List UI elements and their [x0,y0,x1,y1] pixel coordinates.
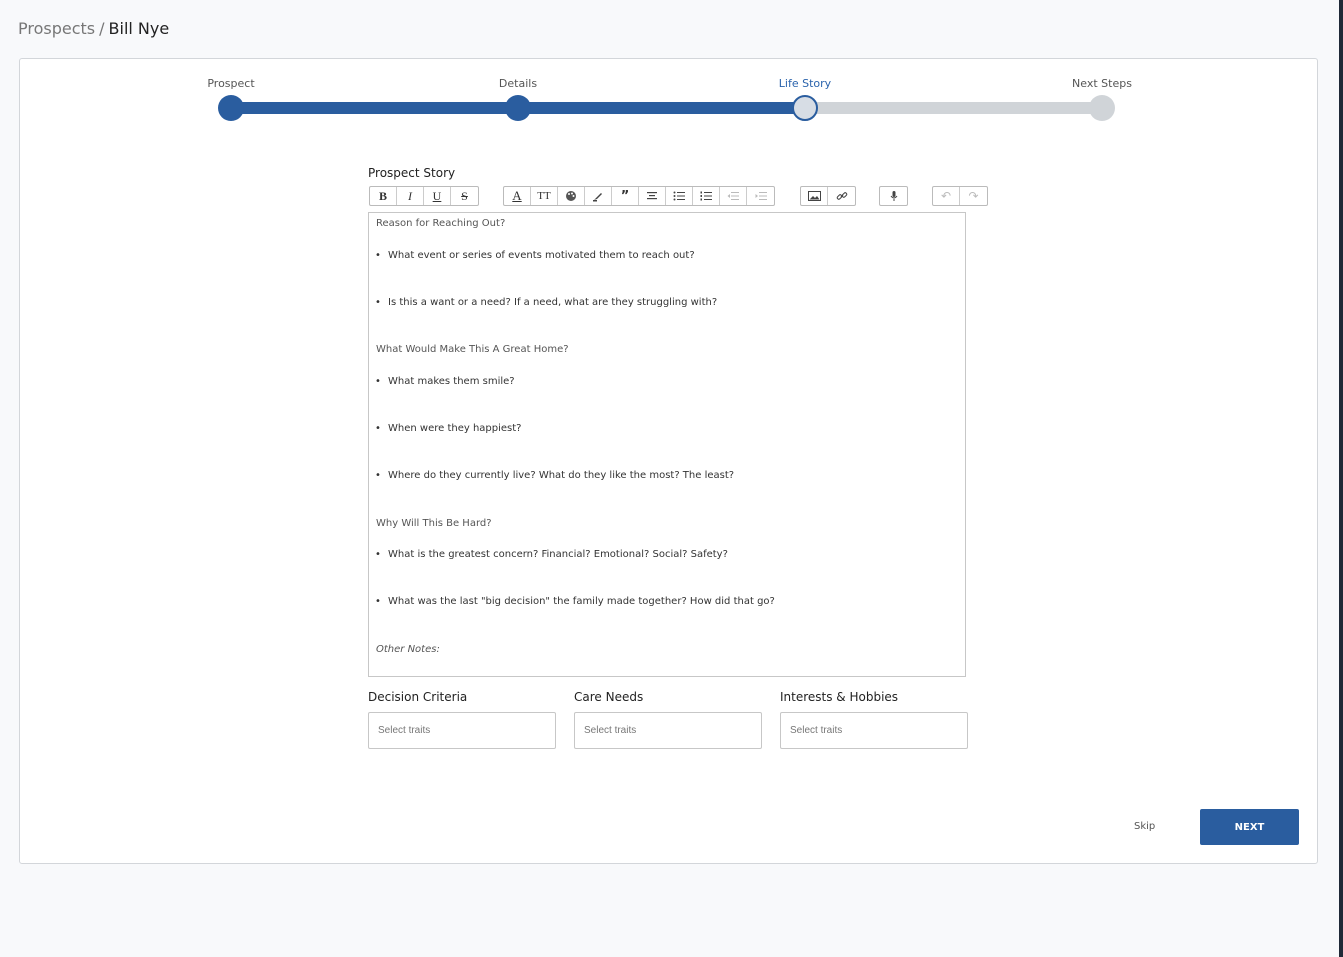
bulleted-list-icon[interactable] [666,187,693,205]
bold-icon[interactable]: B [370,187,397,205]
decision-criteria-label: Decision Criteria [368,690,468,704]
microphone-icon[interactable] [880,187,907,205]
scrollbar[interactable] [1339,0,1343,957]
font-icon[interactable]: A [504,187,531,205]
next-button[interactable]: NEXT [1200,809,1299,845]
image-icon[interactable] [801,187,828,205]
underline-icon[interactable]: U [424,187,451,205]
step-dot-prospect[interactable] [218,95,244,121]
step-dot-life-story[interactable] [792,95,818,121]
editor-heading: Why Will This Be Hard? [376,518,492,529]
align-center-icon[interactable] [639,187,666,205]
font-size-icon[interactable]: TT [531,187,558,205]
editor-list-item: What event or series of events motivated… [375,250,695,261]
skip-button[interactable]: Skip [1134,821,1155,832]
editor-heading: Reason for Reaching Out? [376,218,506,229]
step-label-life-story[interactable]: Life Story [779,77,831,90]
toolbar-voice-group [879,186,908,206]
step-label-prospect[interactable]: Prospect [207,77,254,90]
prospect-story-label: Prospect Story [368,166,456,180]
step-dot-next-steps[interactable] [1089,95,1115,121]
interests-hobbies-label: Interests & Hobbies [780,690,899,704]
editor-list-item: Where do they currently live? What do th… [375,470,734,481]
editor-list-item: What makes them smile? [375,376,515,387]
numbered-list-icon[interactable] [693,187,720,205]
toolbar-format-group: A TT ” [503,186,775,206]
step-dot-details[interactable] [505,95,531,121]
editor-list-item: When were they happiest? [375,423,521,434]
undo-icon[interactable]: ↶ [933,187,960,205]
care-needs-label: Care Needs [574,690,644,704]
italic-icon[interactable]: I [397,187,424,205]
blockquote-icon[interactable]: ” [612,187,639,205]
editor-list-item: What was the last "big decision" the fam… [375,596,775,607]
breadcrumb: Prospects / Bill Nye [18,19,169,38]
breadcrumb-prospects-link[interactable]: Prospects [18,19,95,38]
color-palette-icon[interactable] [558,187,585,205]
toolbar-insert-group [800,186,856,206]
editor-heading: What Would Make This A Great Home? [376,344,569,355]
strikethrough-icon[interactable]: S [451,187,478,205]
toolbar-history-group: ↶ ↷ [932,186,988,206]
prospect-story-editor[interactable]: Reason for Reaching Out? What event or s… [368,212,966,677]
link-icon[interactable] [828,187,855,205]
breadcrumb-current: Bill Nye [108,19,170,38]
interests-hobbies-select[interactable]: Select traits [780,712,968,749]
wizard-card: Prospect Details Life Story Next Steps P… [19,58,1318,864]
step-label-next-steps[interactable]: Next Steps [1072,77,1132,90]
toolbar-text-style-group: B I U S [369,186,479,206]
care-needs-select[interactable]: Select traits [574,712,762,749]
indent-icon[interactable] [747,187,774,205]
breadcrumb-separator: / [99,19,105,38]
editor-list-item: Is this a want or a need? If a need, wha… [375,297,717,308]
outdent-icon[interactable] [720,187,747,205]
redo-icon[interactable]: ↷ [960,187,987,205]
stepper-progress-remaining [805,102,1105,114]
decision-criteria-select[interactable]: Select traits [368,712,556,749]
step-label-details[interactable]: Details [499,77,537,90]
highlight-icon[interactable] [585,187,612,205]
editor-other-notes: Other Notes: [376,644,440,655]
editor-list-item: What is the greatest concern? Financial?… [375,549,728,560]
